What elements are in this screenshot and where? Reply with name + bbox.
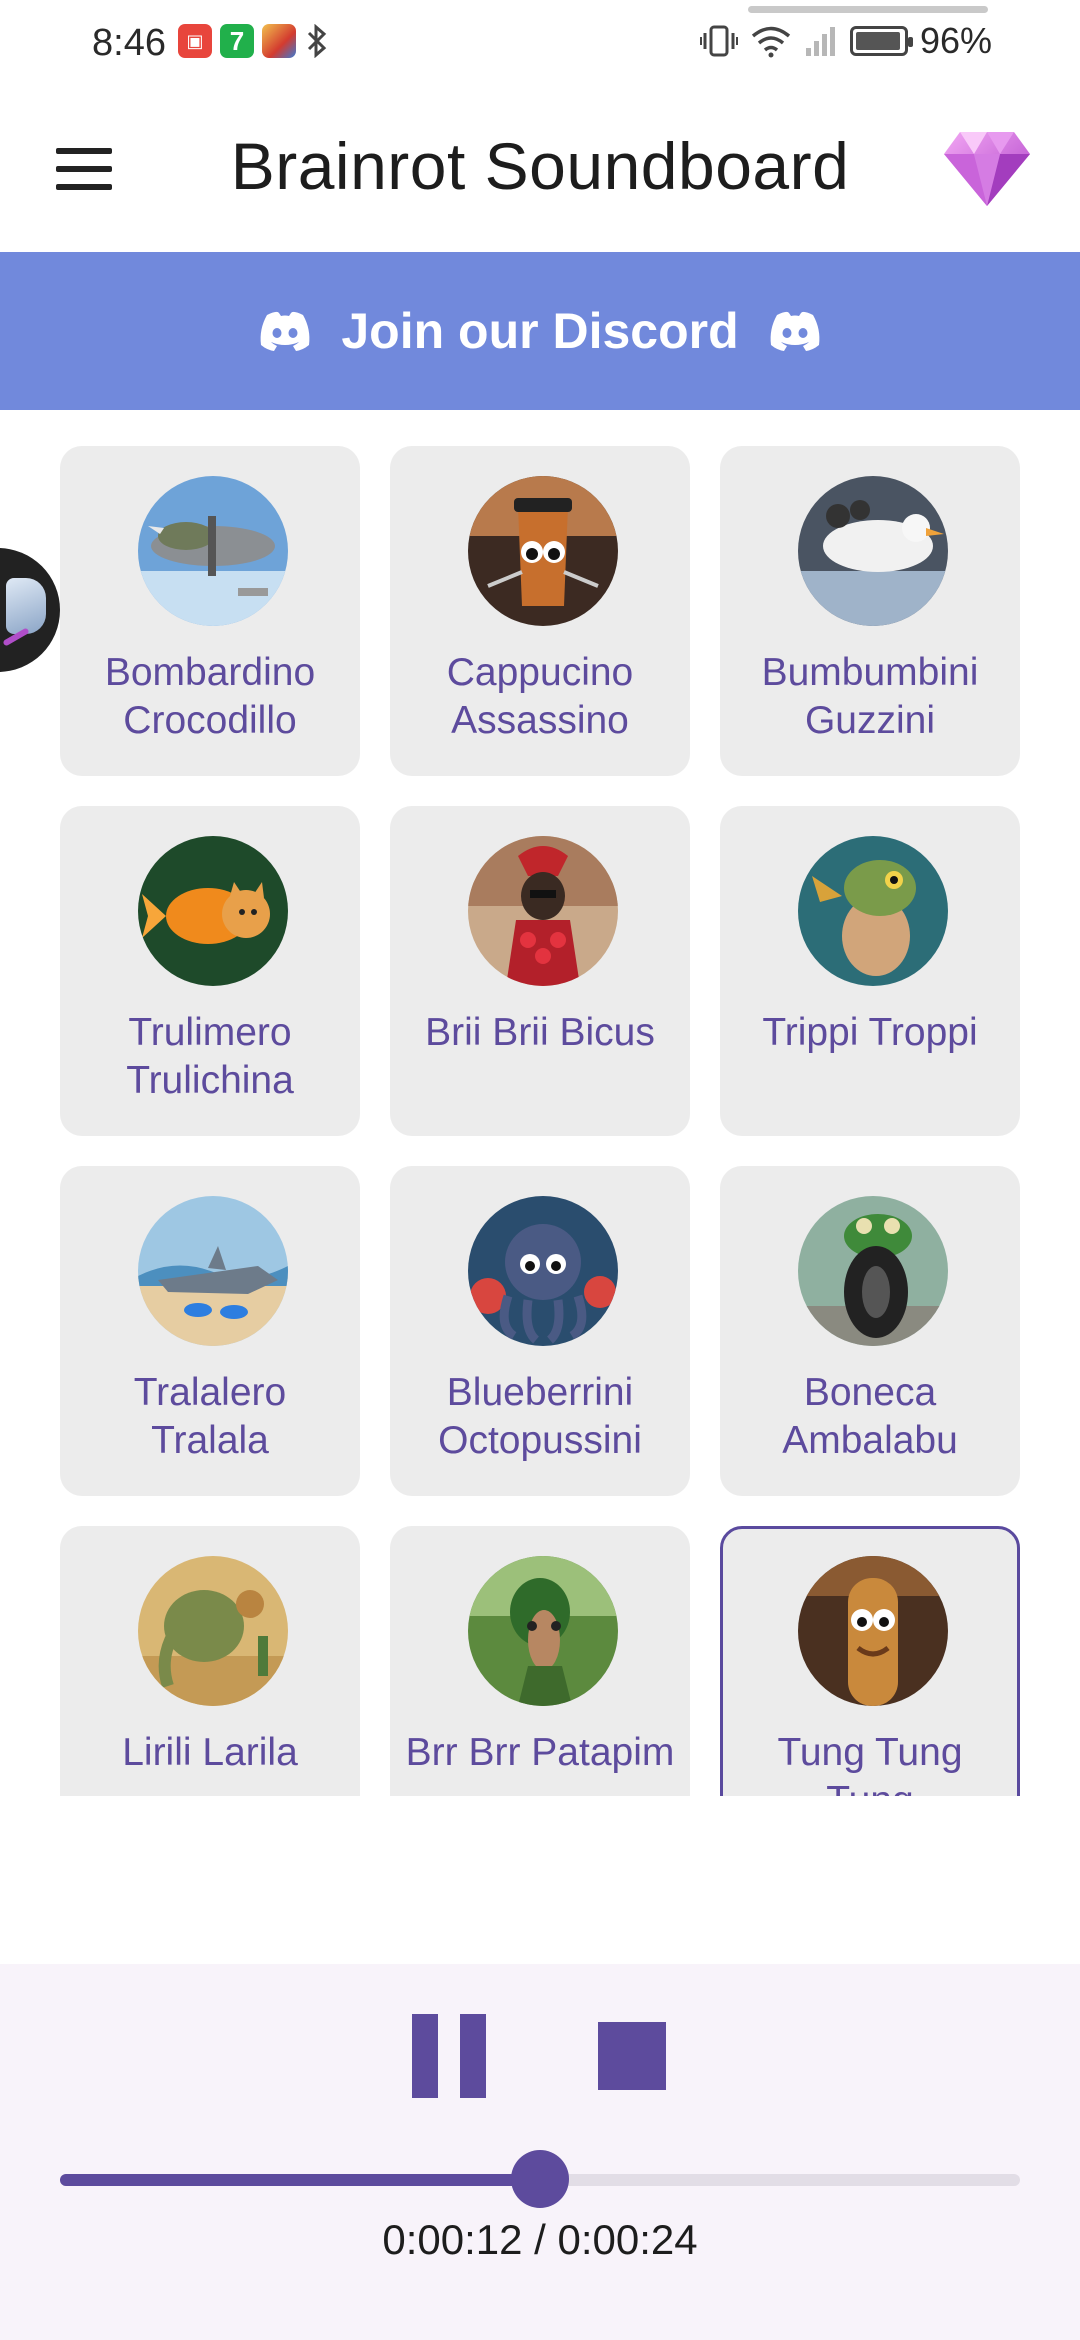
sound-thumbnail: [138, 1196, 288, 1346]
stop-icon[interactable]: [598, 2022, 666, 2090]
battery-icon: [849, 26, 913, 56]
system-icons: 96%: [699, 20, 992, 62]
discord-icon: [770, 311, 820, 351]
sound-card[interactable]: Tralalero Tralala: [60, 1166, 360, 1496]
sound-name: Brr Brr Patapim: [405, 1731, 675, 1774]
sound-card[interactable]: Cappucino Assassino: [390, 446, 690, 776]
sound-grid-scroll[interactable]: Bombardino Crocodillo Cappucino Assassin…: [0, 410, 1080, 1796]
bluetooth-icon: [307, 24, 327, 58]
audio-player: 0:00:12 / 0:00:24: [0, 1964, 1080, 2340]
sound-thumbnail: [798, 1196, 948, 1346]
sound-name: Lirili Larila: [122, 1731, 298, 1774]
sound-card[interactable]: Blueberrini Octopussini: [390, 1166, 690, 1496]
magnifier-icon: [6, 578, 46, 634]
sound-thumbnail: [138, 476, 288, 626]
sound-card[interactable]: Bombardino Crocodillo: [60, 446, 360, 776]
sound-thumbnail: [798, 836, 948, 986]
screen: 8:46 ▣ 7 96% Brainrot Soundboard Join ou…: [0, 0, 1080, 2340]
sound-thumbnail: [468, 1556, 618, 1706]
sound-name: Bombardino Crocodillo: [104, 651, 316, 742]
gesture-handle: [748, 6, 988, 13]
sound-name: Brii Brii Bicus: [425, 1011, 655, 1054]
sound-card[interactable]: Lirili Larila: [60, 1526, 360, 1796]
sound-grid: Bombardino Crocodillo Cappucino Assassin…: [60, 446, 1020, 1796]
sound-thumbnail: [798, 476, 948, 626]
signal-icon: [805, 27, 835, 56]
seek-thumb[interactable]: [511, 2150, 569, 2208]
battery-percent: 96%: [919, 20, 992, 61]
notification-icons: ▣ 7: [178, 24, 328, 58]
battery-level: [855, 32, 900, 50]
sound-name: Cappucino Assassino: [446, 651, 634, 742]
status-time: 8:46: [92, 22, 166, 64]
sound-thumbnail: [138, 1556, 288, 1706]
pause-icon[interactable]: [412, 2014, 486, 2098]
sound-name: Tung Tung Tung: [777, 1731, 963, 1796]
vibrate-icon: [699, 25, 738, 57]
playback-time: 0:00:12 / 0:00:24: [382, 2216, 698, 2263]
sound-thumbnail: [798, 1556, 948, 1706]
seek-bar[interactable]: [60, 2150, 1020, 2208]
diamond-icon[interactable]: [942, 128, 1032, 208]
sound-name: Tralalero Tralala: [133, 1371, 287, 1462]
sound-card[interactable]: Bumbumbini Guzzini: [720, 446, 1020, 776]
join-discord-banner[interactable]: Join our Discord: [0, 252, 1080, 410]
discord-banner-label: Join our Discord: [341, 303, 739, 359]
sound-thumbnail: [468, 836, 618, 986]
discord-icon: [260, 311, 310, 351]
sound-card[interactable]: Brr Brr Patapim: [390, 1526, 690, 1796]
status-bar: 8:46 ▣ 7 96%: [0, 0, 1080, 90]
sound-name: Trulimero Trulichina: [126, 1011, 294, 1102]
sound-thumbnail: [468, 476, 618, 626]
game-app-icon: [262, 24, 296, 58]
wifi-icon: [751, 26, 791, 58]
sound-card[interactable]: Brii Brii Bicus: [390, 806, 690, 1136]
sound-card-selected[interactable]: Tung Tung Tung: [720, 1526, 1020, 1796]
app-bar: Brainrot Soundboard: [0, 90, 1080, 252]
huawei-app-icon: ▣: [178, 24, 212, 58]
sound-name: Boneca Ambalabu: [782, 1371, 958, 1462]
sound-card[interactable]: Trippi Troppi: [720, 806, 1020, 1136]
sound-card[interactable]: Trulimero Trulichina: [60, 806, 360, 1136]
sound-name: Bumbumbini Guzzini: [761, 651, 979, 742]
seven-app-icon: 7: [220, 24, 254, 58]
sound-thumbnail: [138, 836, 288, 986]
sound-name: Blueberrini Octopussini: [438, 1371, 642, 1462]
seek-progress: [60, 2174, 540, 2186]
page-title: Brainrot Soundboard: [230, 129, 850, 203]
sound-name: Trippi Troppi: [762, 1011, 978, 1054]
sound-thumbnail: [468, 1196, 618, 1346]
sound-card[interactable]: Boneca Ambalabu: [720, 1166, 1020, 1496]
